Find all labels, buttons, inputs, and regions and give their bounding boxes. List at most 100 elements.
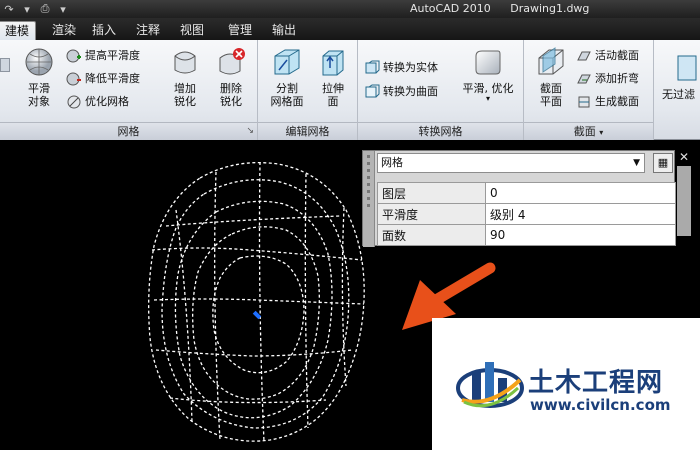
property-value[interactable]: 0 <box>485 182 676 204</box>
table-row: 平滑度 级别 4 <box>377 203 676 225</box>
property-key: 面数 <box>377 224 486 246</box>
properties-table: 图层 0 平滑度 级别 4 面数 90 <box>377 182 676 246</box>
increase-smooth-icon <box>66 49 81 63</box>
mesh-wireframe[interactable] <box>140 150 380 450</box>
mesh-panel: 平滑 对象 提高平滑度 降低平滑度 优化网格 增加 锐化 删除 锐化 网格 ↘ <box>0 40 258 140</box>
tab-annotate[interactable]: 注释 <box>130 21 166 40</box>
palette-side-bar[interactable] <box>677 166 691 236</box>
property-value[interactable]: 90 <box>485 224 676 246</box>
split-face-icon <box>274 49 300 75</box>
remove-crease-button[interactable]: 删除 锐化 <box>208 46 254 108</box>
convert-surface-icon <box>365 84 380 98</box>
smooth-optimize-dropdown-icon[interactable]: ▾ <box>458 95 518 103</box>
smooth-object-button[interactable]: 平滑 对象 <box>16 46 62 108</box>
generate-section-label: 生成截面 <box>595 95 639 108</box>
file-title: Drawing1.dwg <box>510 2 590 15</box>
logo-icon <box>456 362 524 408</box>
section-panel-expand-icon[interactable]: ▾ <box>599 128 603 137</box>
section-panel-title: 截面 <box>573 125 596 138</box>
tab-render[interactable]: 渲染 <box>46 21 82 40</box>
property-key: 平滑度 <box>377 203 486 225</box>
increase-smooth-label: 提高平滑度 <box>85 49 140 62</box>
convert-to-solid-label: 转换为实体 <box>383 61 438 74</box>
edit-mesh-panel-footer[interactable]: 编辑网格 <box>258 122 357 140</box>
mesh-panel-title: 网格 <box>117 125 140 138</box>
section-plane-label: 截面 平面 <box>540 82 562 108</box>
customize-qat-icon[interactable]: ▾ <box>56 3 70 16</box>
decrease-smooth-icon <box>66 72 81 86</box>
extrude-face-icon <box>322 50 344 76</box>
add-jog-label: 添加折弯 <box>595 72 639 85</box>
increase-smoothness-button[interactable]: 提高平滑度 <box>66 46 140 66</box>
panel-launcher-icon[interactable]: ↘ <box>246 123 254 140</box>
generate-section-button[interactable]: 生成截面 <box>576 92 639 112</box>
decrease-smoothness-button[interactable]: 降低平滑度 <box>66 69 140 89</box>
live-section-icon <box>577 51 591 61</box>
add-crease-label: 增加 锐化 <box>174 82 196 108</box>
watermark-title: 土木工程网 <box>528 368 664 398</box>
smooth-optimize-button[interactable]: 平滑, 优化 ▾ <box>458 46 518 103</box>
convert-to-surface-button[interactable]: 转换为曲面 <box>364 82 438 102</box>
filter-label[interactable]: 无过滤 <box>662 86 695 102</box>
object-type-select[interactable]: 网格 ▼ <box>377 153 645 173</box>
chevron-down-icon: ▼ <box>633 158 640 168</box>
convert-solid-icon <box>365 60 380 74</box>
extrude-face-button[interactable]: 拉伸 面 <box>310 46 356 108</box>
add-crease-button[interactable]: 增加 锐化 <box>162 46 208 108</box>
convert-panel-title: 转换网格 <box>418 125 463 138</box>
smooth-object-icon <box>25 48 53 76</box>
tab-manage[interactable]: 管理 <box>222 21 258 40</box>
close-icon[interactable]: ✕ <box>679 150 689 164</box>
tab-output[interactable]: 输出 <box>266 21 302 40</box>
tab-insert[interactable]: 插入 <box>86 21 122 40</box>
optimize-mesh-icon <box>67 95 81 109</box>
palette-drag-handle[interactable] <box>363 151 375 247</box>
add-jog-button[interactable]: 添加折弯 <box>576 69 639 89</box>
live-section-button[interactable]: 活动截面 <box>576 46 639 66</box>
section-plane-button[interactable]: 截面 平面 <box>528 46 574 108</box>
convert-to-solid-button[interactable]: 转换为实体 <box>364 58 438 78</box>
filter-icon[interactable] <box>676 54 698 82</box>
smooth-optimize-icon <box>475 50 501 75</box>
property-key: 图层 <box>377 182 486 204</box>
split-face-label: 分割 网格面 <box>270 82 304 108</box>
section-panel-footer[interactable]: 截面 ▾ <box>524 122 653 140</box>
title-bar: ↷ ▾ ⎙ ▾ AutoCAD 2010 Drawing1.dwg <box>0 0 700 18</box>
split-face-button[interactable]: 分割 网格面 <box>264 46 310 108</box>
remove-crease-label: 删除 锐化 <box>220 82 242 108</box>
print-icon[interactable]: ⎙ <box>38 2 52 16</box>
table-row: 面数 90 <box>377 224 676 246</box>
generate-section-icon <box>578 96 590 108</box>
table-row: 图层 0 <box>377 182 676 204</box>
property-value[interactable]: 级别 4 <box>485 203 676 225</box>
properties-palette: 网格 ▼ ▦ 图层 0 平滑度 级别 4 面数 90 <box>362 150 676 247</box>
tab-modeling[interactable]: 建模 <box>0 21 37 40</box>
add-jog-icon <box>577 74 591 84</box>
watermark: 土木工程网 www.civilcn.com <box>432 318 700 450</box>
add-crease-icon <box>174 51 196 74</box>
tab-view[interactable]: 视图 <box>174 21 210 40</box>
convert-to-surface-label: 转换为曲面 <box>383 85 438 98</box>
mesh-panel-footer[interactable]: 网格 ↘ <box>0 122 257 140</box>
extrude-face-label: 拉伸 面 <box>322 82 344 108</box>
optimize-mesh-button[interactable]: 优化网格 <box>66 92 129 112</box>
edit-mesh-panel: 分割 网格面 拉伸 面 编辑网格 <box>258 40 358 140</box>
dropdown-icon[interactable]: ▾ <box>20 3 34 16</box>
filter-panel: 无过滤 <box>654 40 700 140</box>
section-panel: 截面 平面 活动截面 添加折弯 生成截面 截面 ▾ <box>524 40 654 140</box>
object-type-value: 网格 <box>381 156 403 169</box>
app-title: AutoCAD 2010 <box>410 2 491 15</box>
convert-panel-footer[interactable]: 转换网格 <box>358 122 523 140</box>
remove-crease-icon <box>219 48 245 75</box>
live-section-label: 活动截面 <box>595 49 639 62</box>
smooth-object-label: 平滑 对象 <box>28 82 50 108</box>
quick-access-toolbar: ↷ ▾ ⎙ ▾ <box>2 1 70 17</box>
section-plane-icon <box>538 47 564 75</box>
redo-icon[interactable]: ↷ <box>2 3 16 16</box>
ribbon-tabs: 建模 渲染 插入 注释 视图 管理 输出 <box>0 18 700 40</box>
collapsed-tool-icon[interactable] <box>0 58 10 72</box>
window-title: AutoCAD 2010 Drawing1.dwg <box>410 2 605 15</box>
watermark-url: www.civilcn.com <box>530 396 671 414</box>
optimize-mesh-label: 优化网格 <box>85 95 129 108</box>
quick-select-icon[interactable]: ▦ <box>653 153 673 173</box>
